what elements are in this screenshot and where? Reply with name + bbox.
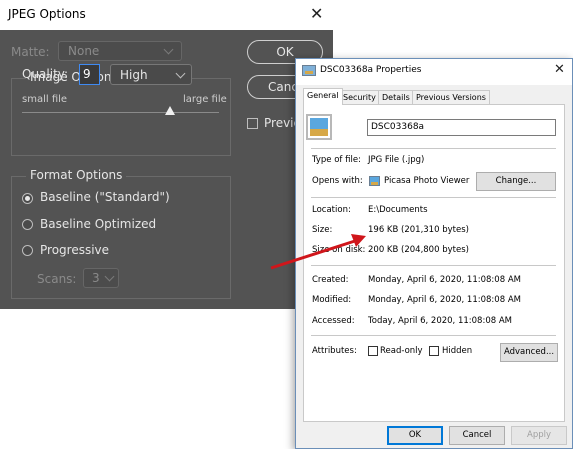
- radio-progressive[interactable]: [22, 245, 33, 256]
- size-value: 196 KB (201,310 bytes): [368, 225, 469, 235]
- separator: [311, 148, 556, 149]
- separator: [311, 265, 556, 266]
- quality-slider-track[interactable]: [22, 112, 219, 113]
- tab-previous-versions[interactable]: Previous Versions: [412, 90, 490, 104]
- accessed-label: Accessed:: [312, 316, 355, 326]
- modified-value: Monday, April 6, 2020, 11:08:08 AM: [368, 295, 521, 305]
- tab-security[interactable]: Security: [339, 90, 380, 104]
- tab-general[interactable]: General: [303, 88, 343, 105]
- jpeg-options-body: Matte: None Image Options Quality: 9 Hig…: [0, 30, 333, 309]
- jpeg-options-title: JPEG Options: [8, 7, 86, 21]
- jpeg-options-titlebar: JPEG Options ✕: [0, 0, 333, 30]
- read-only-label[interactable]: Read-only: [380, 346, 423, 356]
- size-on-disk-value: 200 KB (204,800 bytes): [368, 245, 469, 255]
- scans-label: Scans:: [37, 272, 77, 286]
- image-file-icon: [302, 65, 316, 76]
- quality-preset-select[interactable]: High: [110, 64, 192, 85]
- read-only-checkbox[interactable]: [368, 346, 378, 356]
- quality-input[interactable]: 9: [79, 64, 100, 85]
- radio-baseline-standard[interactable]: [22, 193, 33, 204]
- quality-input-value: 9: [83, 67, 91, 81]
- accessed-value: Today, April 6, 2020, 11:08:08 AM: [368, 316, 512, 326]
- scans-select-value: 3: [92, 271, 100, 285]
- matte-select[interactable]: None: [58, 41, 182, 61]
- file-name-field[interactable]: DSC03368a: [367, 119, 556, 136]
- created-label: Created:: [312, 275, 349, 285]
- modified-label: Modified:: [312, 295, 352, 305]
- hidden-label[interactable]: Hidden: [442, 346, 472, 356]
- chevron-down-icon: [163, 44, 174, 55]
- separator: [311, 197, 556, 198]
- change-button[interactable]: Change...: [476, 172, 556, 191]
- image-options-group: [11, 78, 231, 156]
- size-on-disk-label: Size on disk:: [312, 245, 366, 255]
- format-options-title: Format Options: [26, 168, 127, 182]
- type-of-file-value: JPG File (.jpg): [368, 155, 425, 165]
- baseline-standard-label[interactable]: Baseline ("Standard"): [40, 190, 170, 204]
- chevron-down-icon: [175, 68, 186, 79]
- size-label: Size:: [312, 225, 333, 235]
- matte-label: Matte:: [11, 45, 50, 59]
- type-of-file-label: Type of file:: [312, 155, 361, 165]
- separator: [311, 335, 556, 336]
- quality-slider-thumb[interactable]: [164, 106, 175, 115]
- quality-label: Quality:: [22, 67, 69, 81]
- apply-button[interactable]: Apply: [511, 426, 567, 445]
- image-file-icon: [306, 114, 332, 140]
- scans-select[interactable]: 3: [83, 268, 119, 288]
- ok-button[interactable]: OK: [387, 426, 443, 445]
- picasa-app-icon: [369, 176, 380, 186]
- large-file-label: large file: [183, 94, 227, 105]
- opens-with-value: Picasa Photo Viewer: [384, 176, 470, 186]
- chevron-down-icon: [104, 271, 115, 282]
- small-file-label: small file: [22, 94, 68, 105]
- location-value: E:\Documents: [368, 205, 428, 215]
- location-label: Location:: [312, 205, 351, 215]
- created-value: Monday, April 6, 2020, 11:08:08 AM: [368, 275, 521, 285]
- preview-checkbox[interactable]: [247, 118, 258, 129]
- radio-baseline-optimized[interactable]: [22, 219, 33, 230]
- attributes-label: Attributes:: [312, 346, 357, 356]
- jpeg-options-close-icon[interactable]: ✕: [310, 4, 323, 23]
- opens-with-label: Opens with:: [312, 176, 363, 186]
- general-tab-page: [303, 104, 565, 422]
- quality-preset-value: High: [120, 68, 148, 82]
- properties-close-icon[interactable]: ✕: [554, 62, 565, 77]
- baseline-optimized-label[interactable]: Baseline Optimized: [40, 217, 156, 231]
- properties-dialog: DSC03368a Properties ✕ General Security …: [295, 58, 573, 449]
- advanced-button[interactable]: Advanced...: [500, 343, 558, 362]
- hidden-checkbox[interactable]: [429, 346, 439, 356]
- progressive-label[interactable]: Progressive: [40, 243, 109, 257]
- tab-details[interactable]: Details: [378, 90, 414, 104]
- matte-select-value: None: [68, 44, 100, 58]
- properties-titlebar: DSC03368a Properties ✕: [296, 59, 572, 85]
- properties-title: DSC03368a Properties: [320, 65, 422, 75]
- cancel-button[interactable]: Cancel: [449, 426, 505, 445]
